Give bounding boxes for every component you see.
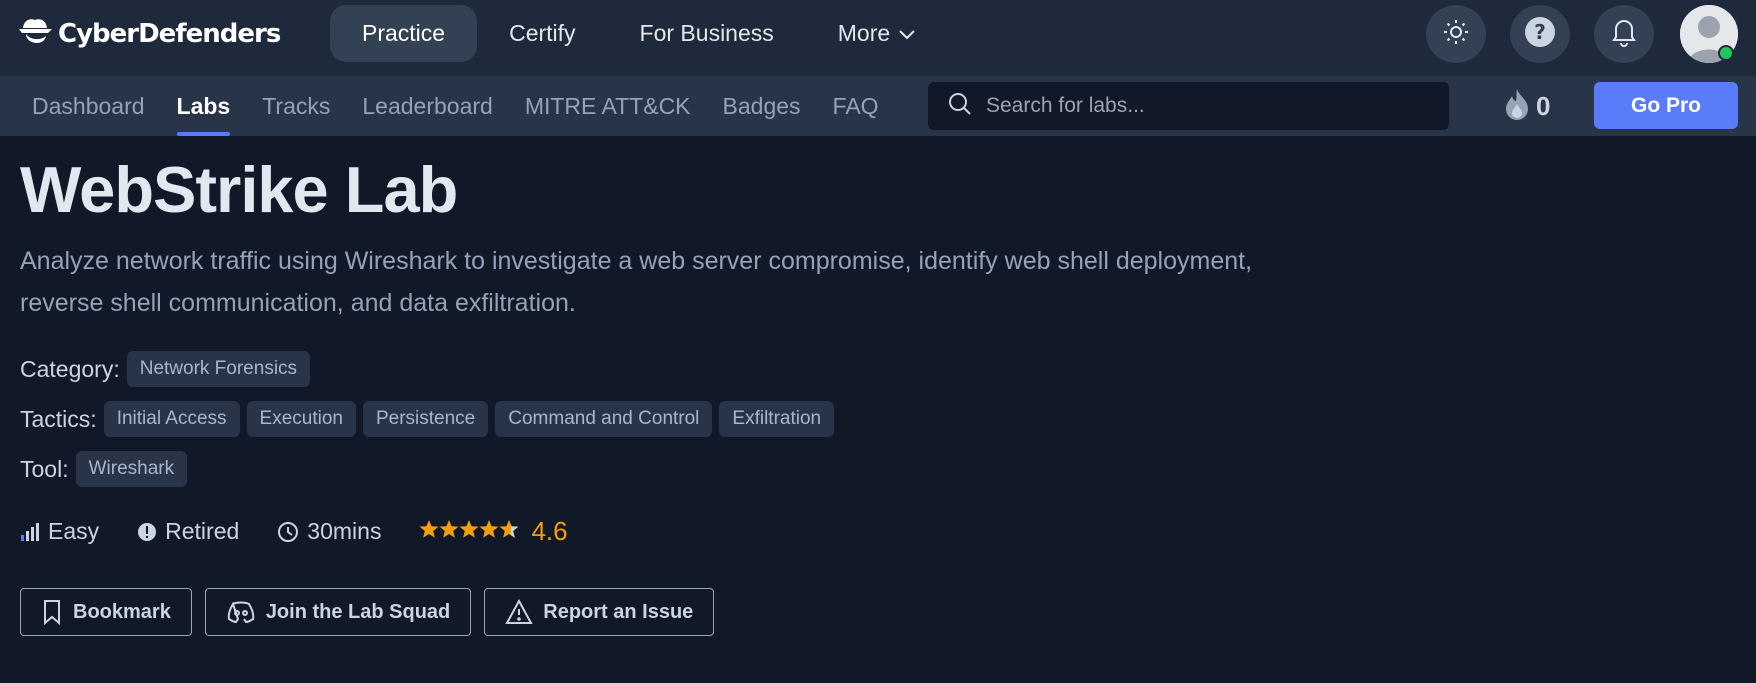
nav-certify[interactable]: Certify bbox=[477, 5, 607, 62]
lab-actions: Bookmark Join the Lab Squad Report an Is… bbox=[20, 588, 727, 636]
bookmark-button[interactable]: Bookmark bbox=[20, 588, 192, 636]
tab-leaderboard[interactable]: Leaderboard bbox=[362, 76, 492, 136]
tool-chip[interactable]: Wireshark bbox=[75, 451, 188, 487]
search-input[interactable] bbox=[986, 94, 1426, 118]
tab-labs[interactable]: Labs bbox=[176, 76, 230, 136]
page-title: WebStrike Lab bbox=[20, 153, 458, 226]
clock-icon bbox=[277, 521, 299, 543]
tab-faq[interactable]: FAQ bbox=[833, 76, 879, 136]
category-label: Category: bbox=[20, 355, 120, 382]
lab-stats: Easy Retired 30mins 4.6 bbox=[20, 516, 568, 547]
flame-icon bbox=[1504, 88, 1530, 125]
nav-more[interactable]: More bbox=[806, 5, 948, 62]
lab-search[interactable] bbox=[928, 82, 1449, 130]
bell-icon bbox=[1610, 17, 1638, 52]
labs-subnav: Dashboard Labs Tracks Leaderboard MITRE … bbox=[32, 76, 911, 136]
tactic-chip[interactable]: Persistence bbox=[362, 401, 489, 437]
svg-text:?: ? bbox=[1534, 20, 1546, 44]
chevron-down-icon bbox=[898, 28, 916, 40]
sub-nav-bar: Dashboard Labs Tracks Leaderboard MITRE … bbox=[0, 76, 1756, 136]
difficulty: Easy bbox=[20, 518, 99, 545]
notifications-button[interactable] bbox=[1594, 5, 1654, 63]
lab-status: Retired bbox=[137, 518, 239, 545]
nav-practice[interactable]: Practice bbox=[330, 5, 478, 62]
tactic-chip[interactable]: Execution bbox=[246, 401, 356, 437]
tool-row: Tool: Wireshark bbox=[20, 451, 194, 487]
search-icon bbox=[948, 92, 972, 121]
tactic-chip[interactable]: Initial Access bbox=[103, 401, 240, 437]
category-chip[interactable]: Network Forensics bbox=[126, 351, 311, 387]
go-pro-button[interactable]: Go Pro bbox=[1594, 82, 1738, 129]
tab-badges[interactable]: Badges bbox=[723, 76, 801, 136]
tactic-chip[interactable]: Command and Control bbox=[495, 401, 713, 437]
help-icon: ? bbox=[1524, 16, 1556, 53]
difficulty-bars-icon bbox=[20, 522, 40, 541]
rating: 4.6 bbox=[419, 516, 568, 547]
hacker-hat-logo-icon bbox=[18, 14, 54, 55]
help-button[interactable]: ? bbox=[1510, 5, 1570, 63]
star-rating-icon bbox=[419, 518, 521, 545]
brand-name: CyberDefenders bbox=[58, 19, 281, 49]
tactics-label: Tactics: bbox=[20, 405, 97, 432]
top-bar: CyberDefenders Practice Certify For Busi… bbox=[0, 0, 1756, 76]
category-row: Category: Network Forensics bbox=[20, 351, 317, 387]
theme-toggle-button[interactable] bbox=[1426, 5, 1486, 63]
nav-for-business[interactable]: For Business bbox=[608, 5, 806, 62]
streak-count: 0 bbox=[1536, 90, 1551, 121]
rating-value: 4.6 bbox=[531, 516, 568, 546]
brand-logo[interactable]: CyberDefenders bbox=[18, 14, 281, 55]
discord-icon bbox=[226, 600, 256, 624]
report-issue-button[interactable]: Report an Issue bbox=[484, 588, 715, 636]
tab-tracks[interactable]: Tracks bbox=[262, 76, 330, 136]
online-status-dot bbox=[1718, 45, 1734, 61]
join-lab-squad-button[interactable]: Join the Lab Squad bbox=[204, 588, 472, 636]
main-nav: Practice Certify For Business More bbox=[330, 5, 948, 62]
tool-label: Tool: bbox=[20, 455, 69, 482]
bookmark-icon bbox=[41, 599, 63, 625]
alert-circle-icon bbox=[137, 522, 157, 542]
tab-dashboard[interactable]: Dashboard bbox=[32, 76, 145, 136]
tactics-row: Tactics: Initial Access Execution Persis… bbox=[20, 401, 841, 437]
tactic-chip[interactable]: Exfiltration bbox=[719, 401, 835, 437]
lab-description: Analyze network traffic using Wireshark … bbox=[20, 247, 1253, 317]
streak-counter[interactable]: 0 bbox=[1504, 88, 1550, 124]
sun-icon bbox=[1443, 19, 1469, 50]
duration: 30mins bbox=[277, 518, 381, 545]
warning-triangle-icon bbox=[505, 599, 533, 625]
tab-mitre-attack[interactable]: MITRE ATT&CK bbox=[525, 76, 691, 136]
